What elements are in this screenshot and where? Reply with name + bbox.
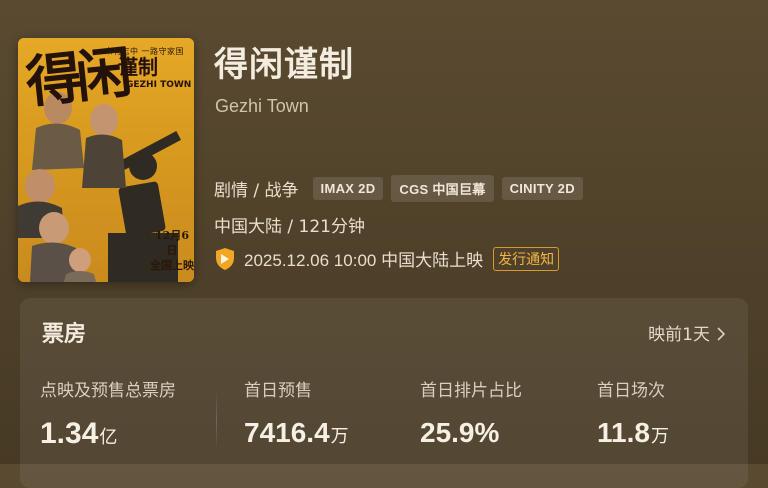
poster-english-title: GEZHI TOWN bbox=[126, 80, 192, 90]
release-region: 中国大陆上映 bbox=[381, 251, 484, 271]
format-tag-cinity: CINITY 2D bbox=[501, 177, 583, 200]
box-office-card: 票房 映前1天 点映及预售总票房 1.34亿 首日预售 7416.4万 首日排片… bbox=[20, 298, 748, 488]
stat-unit: 亿 bbox=[99, 427, 118, 448]
poster-title-sub: 谨制 bbox=[118, 55, 158, 79]
shield-check-icon bbox=[214, 247, 236, 271]
stat-value: 11.8万 bbox=[597, 417, 669, 449]
genre-format-row: 剧情 / 战争 IMAX 2D CGS 中国巨幕 CINITY 2D bbox=[214, 175, 583, 202]
poster-release-date: 12月6日 全国上映 bbox=[150, 228, 194, 273]
stat-value: 25.9% bbox=[420, 417, 522, 449]
stat-label: 首日预售 bbox=[244, 381, 312, 401]
stat-divider bbox=[216, 390, 217, 450]
format-tag-cgs: CGS 中国巨幕 bbox=[391, 175, 494, 202]
release-notice-badge[interactable]: 发行通知 bbox=[493, 246, 560, 271]
stat-first-day-share: 首日排片占比 25.9% bbox=[420, 376, 522, 449]
stat-value: 7416.4万 bbox=[244, 417, 349, 449]
days-before-release-link[interactable]: 映前1天 bbox=[648, 320, 726, 345]
stat-label: 首日场次 bbox=[597, 381, 665, 401]
movie-poster[interactable]: 得闲 一众有志中 一路守家国 谨制 GEZHI TOWN 12月6日 全国上映 bbox=[18, 38, 194, 282]
poster-date-line2: 全国上映 bbox=[150, 259, 194, 272]
stat-number: 7416.4 bbox=[244, 417, 330, 448]
stat-number: 11.8 bbox=[597, 417, 650, 448]
movie-english-title: Gezhi Town bbox=[215, 96, 309, 116]
genre-text: 剧情 / 战争 bbox=[214, 181, 299, 201]
poster-date-line1: 12月6日 bbox=[155, 229, 189, 257]
stat-label: 点映及预售总票房 bbox=[40, 381, 176, 401]
format-tag-imax: IMAX 2D bbox=[312, 177, 384, 200]
stat-first-day-screenings: 首日场次 11.8万 bbox=[597, 376, 669, 449]
stat-unit: 万 bbox=[650, 426, 669, 447]
stat-total-box-office: 点映及预售总票房 1.34亿 bbox=[40, 376, 176, 451]
release-date-text: 2025.12.06 10:00 中国大陆上映 bbox=[244, 246, 483, 271]
days-before-release-label: 映前1天 bbox=[648, 325, 710, 345]
chevron-right-icon bbox=[716, 326, 726, 341]
stat-value: 1.34亿 bbox=[40, 417, 176, 451]
stat-first-day-presale: 首日预售 7416.4万 bbox=[244, 376, 349, 449]
release-info-row: 2025.12.06 10:00 中国大陆上映 发行通知 bbox=[214, 246, 560, 271]
release-datetime: 2025.12.06 10:00 bbox=[244, 251, 377, 270]
region-duration: 中国大陆 / 121分钟 bbox=[214, 217, 365, 237]
stat-number: 25.9% bbox=[420, 417, 500, 448]
box-office-title: 票房 bbox=[42, 322, 87, 347]
movie-title: 得闲谨制 bbox=[214, 45, 354, 85]
stat-number: 1.34 bbox=[40, 417, 99, 450]
stat-unit: 万 bbox=[330, 426, 349, 447]
stat-label: 首日排片占比 bbox=[420, 381, 522, 401]
